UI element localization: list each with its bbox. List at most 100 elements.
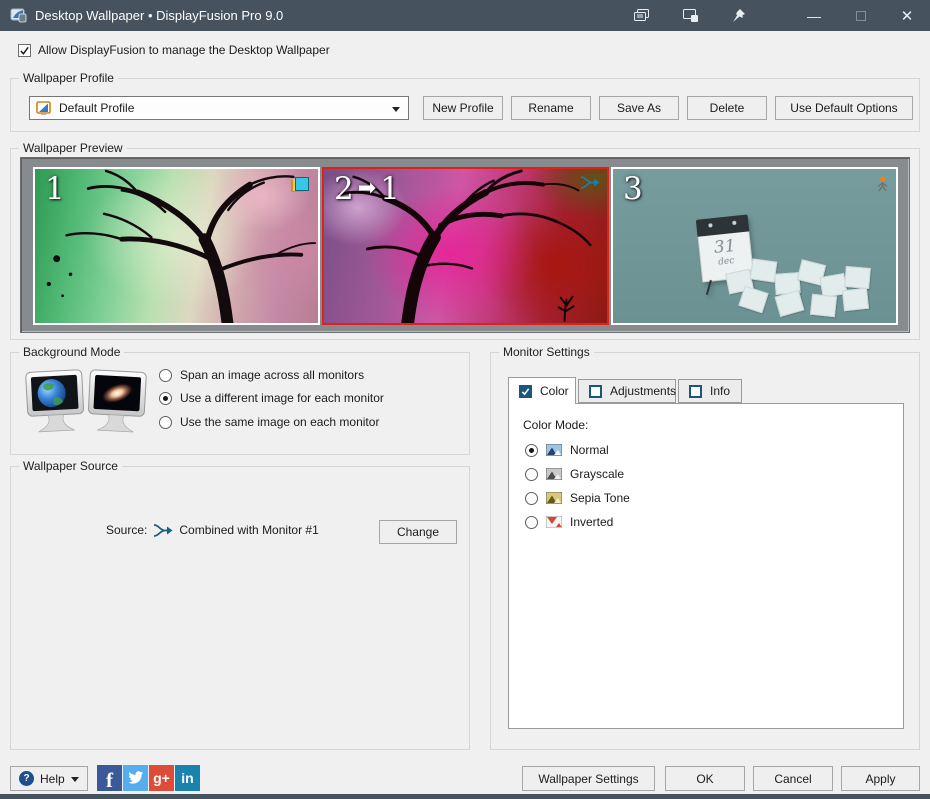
wallpaper-settings-button[interactable]: Wallpaper Settings (522, 766, 655, 791)
radio-label: Use the same image on each monitor (180, 415, 379, 429)
googleplus-glyph: g+ (153, 770, 170, 786)
wallpaper-source-group: Wallpaper Source Source: Combined with M… (10, 466, 470, 750)
color-tab-panel: Color Mode: Normal Grayscale (508, 403, 904, 729)
check-icon (19, 45, 30, 56)
radio-circle (525, 468, 538, 481)
monitor-1-preview[interactable]: 1 (33, 167, 320, 325)
radio-same-image[interactable]: Use the same image on each monitor (159, 414, 379, 430)
titlebar: Desktop Wallpaper • DisplayFusion Pro 9.… (0, 0, 930, 31)
radio-span-image[interactable]: Span an image across all monitors (159, 367, 364, 383)
wallpaper-preview-group: Wallpaper Preview (10, 148, 920, 340)
chevron-down-icon (71, 777, 79, 782)
monitor-3-number: 3 (623, 171, 643, 208)
color-mode-sepia[interactable]: Sepia Tone (525, 489, 630, 507)
rename-button[interactable]: Rename (511, 96, 591, 120)
apply-button[interactable]: Apply (841, 766, 920, 791)
tab-adjustments-label: Adjustments (610, 384, 676, 398)
radio-circle (525, 516, 538, 529)
radio-circle-selected (159, 392, 172, 405)
profile-select[interactable]: Default Profile (29, 96, 409, 120)
sepia-image-icon (546, 492, 562, 504)
combined-source-icon (153, 524, 173, 537)
desktop-wallpaper-dialog: Desktop Wallpaper • DisplayFusion Pro 9.… (0, 0, 930, 799)
maximize-button[interactable] (843, 0, 879, 31)
color-mode-normal[interactable]: Normal (525, 441, 609, 459)
tab-adjustments-checkbox[interactable] (589, 385, 602, 398)
manage-wallpaper-label: Allow DisplayFusion to manage the Deskto… (38, 43, 330, 57)
mode-label: Normal (570, 443, 609, 457)
person-icon (876, 176, 889, 192)
mode-label: Sepia Tone (570, 491, 630, 505)
close-button[interactable]: ✕ (886, 0, 928, 31)
pin-icon[interactable] (720, 0, 756, 31)
radio-label: Span an image across all monitors (180, 368, 364, 382)
check-icon (521, 387, 530, 396)
minimize-button[interactable]: — (796, 0, 832, 31)
manage-wallpaper-checkbox[interactable] (18, 44, 31, 57)
wallpaper-source-group-label: Wallpaper Source (19, 459, 122, 473)
tab-info[interactable]: Info (678, 379, 742, 403)
scattered-papers-graphic (721, 255, 886, 319)
facebook-glyph: f (106, 770, 113, 791)
tree-silhouette (35, 169, 318, 323)
monitor-settings-group-label: Monitor Settings (499, 345, 594, 359)
window-title: Desktop Wallpaper • DisplayFusion Pro 9.… (35, 0, 283, 31)
ok-button[interactable]: OK (665, 766, 745, 791)
copy-settings-icon[interactable] (623, 0, 659, 31)
monitor-2-number: 2➡1 (334, 171, 400, 208)
source-label: Source: (106, 523, 147, 537)
window-bottom-border (0, 794, 930, 799)
radio-label: Use a different image for each monitor (180, 391, 384, 405)
linkedin-glyph: in (181, 770, 193, 786)
tab-info-label: Info (710, 384, 730, 398)
profile-selected-value: Default Profile (59, 101, 134, 115)
tab-color[interactable]: Color (508, 377, 576, 404)
tab-color-label: Color (540, 384, 569, 398)
help-label: Help (40, 772, 65, 786)
monitors-illustration (23, 367, 151, 443)
source-row: Source: Combined with Monitor #1 (106, 523, 319, 537)
manage-wallpaper-checkbox-row[interactable]: Allow DisplayFusion to manage the Deskto… (18, 43, 330, 57)
wallpaper-profile-group: Wallpaper Profile Default Profile New Pr… (10, 78, 920, 132)
background-mode-group-label: Background Mode (19, 345, 124, 359)
tab-info-checkbox[interactable] (689, 385, 702, 398)
radio-different-image[interactable]: Use a different image for each monitor (159, 390, 384, 406)
change-source-button[interactable]: Change (379, 520, 457, 544)
use-default-options-button[interactable]: Use Default Options (775, 96, 913, 120)
monitor-3-preview[interactable]: 31 dec 3 (611, 167, 898, 325)
mode-label: Inverted (570, 515, 613, 529)
help-icon: ? (19, 771, 34, 786)
delete-button[interactable]: Delete (687, 96, 767, 120)
monitor-config-icon[interactable] (672, 0, 708, 31)
monitor-2-preview[interactable]: 2➡1 (322, 167, 609, 325)
background-mode-group: Background Mode (10, 352, 470, 455)
layered-image-icon (291, 177, 310, 194)
profile-icon (36, 101, 52, 116)
radio-circle (525, 492, 538, 505)
twitter-icon[interactable] (123, 765, 148, 791)
cancel-button[interactable]: Cancel (753, 766, 833, 791)
help-button[interactable]: ? Help (10, 766, 88, 791)
inverted-image-icon (546, 516, 562, 528)
radio-circle-selected (525, 444, 538, 457)
tab-adjustments[interactable]: Adjustments (578, 379, 676, 403)
arrow-right-icon: ➡ (358, 176, 376, 202)
color-mode-inverted[interactable]: Inverted (525, 513, 613, 531)
mode-label: Grayscale (570, 467, 624, 481)
googleplus-icon[interactable]: g+ (149, 765, 174, 791)
source-value: Combined with Monitor #1 (179, 523, 318, 537)
twitter-bird (127, 771, 144, 785)
wallpaper-preview-group-label: Wallpaper Preview (19, 141, 127, 155)
app-icon (10, 7, 27, 24)
preview-panel: 1 (20, 157, 910, 333)
tab-color-checkbox[interactable] (519, 385, 532, 398)
save-as-button[interactable]: Save As (599, 96, 679, 120)
combined-source-icon (580, 176, 600, 189)
monitor-1-number: 1 (45, 171, 65, 208)
new-profile-button[interactable]: New Profile (423, 96, 503, 120)
radio-circle (159, 416, 172, 429)
color-mode-grayscale[interactable]: Grayscale (525, 465, 624, 483)
linkedin-icon[interactable]: in (175, 765, 200, 791)
radio-circle (159, 369, 172, 382)
facebook-icon[interactable]: f (97, 765, 122, 791)
